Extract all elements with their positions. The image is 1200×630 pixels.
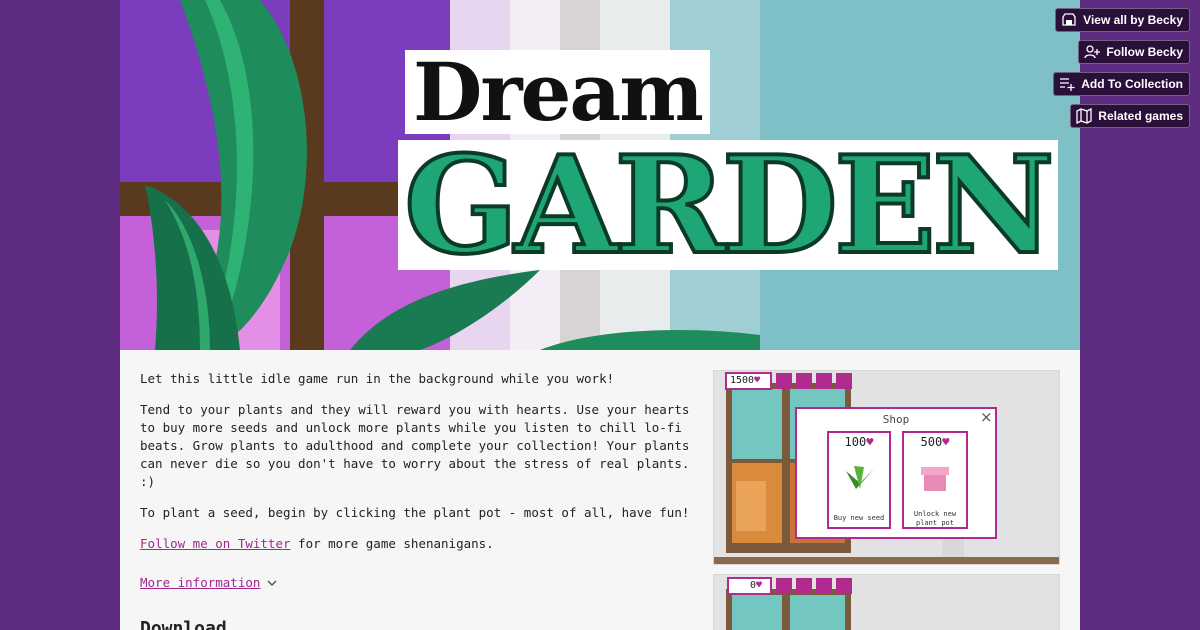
add-to-collection-button[interactable]: Add To Collection xyxy=(1053,72,1190,96)
logo-dream: Dream xyxy=(405,50,710,134)
game-page: Dream GARDEN Let this little idle game r… xyxy=(120,0,1080,630)
pot-label-line1: Unlock new xyxy=(913,510,957,518)
related-games-button[interactable]: Related games xyxy=(1070,104,1190,128)
game-description: Let this little idle game run in the bac… xyxy=(140,370,700,566)
follow-button[interactable]: Follow Becky xyxy=(1078,40,1190,64)
heart-icon: ♥ xyxy=(754,375,761,386)
view-all-button[interactable]: View all by Becky xyxy=(1055,8,1190,32)
more-information-toggle[interactable]: More information xyxy=(140,575,278,590)
add-collection-label: Add To Collection xyxy=(1081,77,1183,91)
download-heading: Download xyxy=(140,618,227,630)
pot-price: 500♥ xyxy=(920,435,950,449)
more-information-label: More information xyxy=(140,575,261,590)
related-games-label: Related games xyxy=(1098,109,1183,123)
chevron-down-icon xyxy=(267,579,277,586)
description-intro: Let this little idle game run in the bac… xyxy=(140,371,615,386)
shop-close-button[interactable]: × xyxy=(980,408,993,426)
playlist-add-icon xyxy=(1060,78,1075,91)
itchio-icon xyxy=(1062,13,1076,26)
hearts-counter: 0♥ xyxy=(750,580,763,591)
game-logo: Dream xyxy=(405,50,710,134)
user-plus-icon xyxy=(1084,45,1101,59)
description-instructions: To plant a seed, begin by clicking the p… xyxy=(140,505,690,520)
logo-garden: GARDEN xyxy=(398,140,1058,270)
screenshot-shop[interactable]: 1500♥ Shop × 100♥ Buy new seed 500♥ Unlo… xyxy=(713,370,1060,565)
heart-icon: ♥ xyxy=(756,580,763,591)
hearts-counter: 1500♥ xyxy=(730,375,761,386)
banner-image: Dream GARDEN xyxy=(120,0,1080,350)
pot-label-line2: plant pot xyxy=(916,519,954,527)
twitter-link[interactable]: Follow me on Twitter xyxy=(140,536,291,551)
description-twitter: Follow me on Twitter for more game shena… xyxy=(140,535,700,553)
heart-icon: ♥ xyxy=(866,435,874,449)
seed-price: 100♥ xyxy=(844,435,874,449)
shop-title: Shop xyxy=(882,413,910,426)
seed-label: Buy new seed xyxy=(833,514,885,522)
map-icon xyxy=(1076,108,1092,124)
screenshot-garden[interactable]: 0♥ xyxy=(713,574,1060,630)
view-all-label: View all by Becky xyxy=(1083,13,1183,27)
follow-label: Follow Becky xyxy=(1106,45,1183,59)
header-actions: View all by Becky Follow Becky Add To Co… xyxy=(1053,8,1190,128)
twitter-text: for more game shenanigans. xyxy=(290,536,494,551)
description-body: Tend to your plants and they will reward… xyxy=(140,402,690,489)
pot-label: Unlock new plant pot xyxy=(903,510,967,528)
heart-icon: ♥ xyxy=(942,435,950,449)
